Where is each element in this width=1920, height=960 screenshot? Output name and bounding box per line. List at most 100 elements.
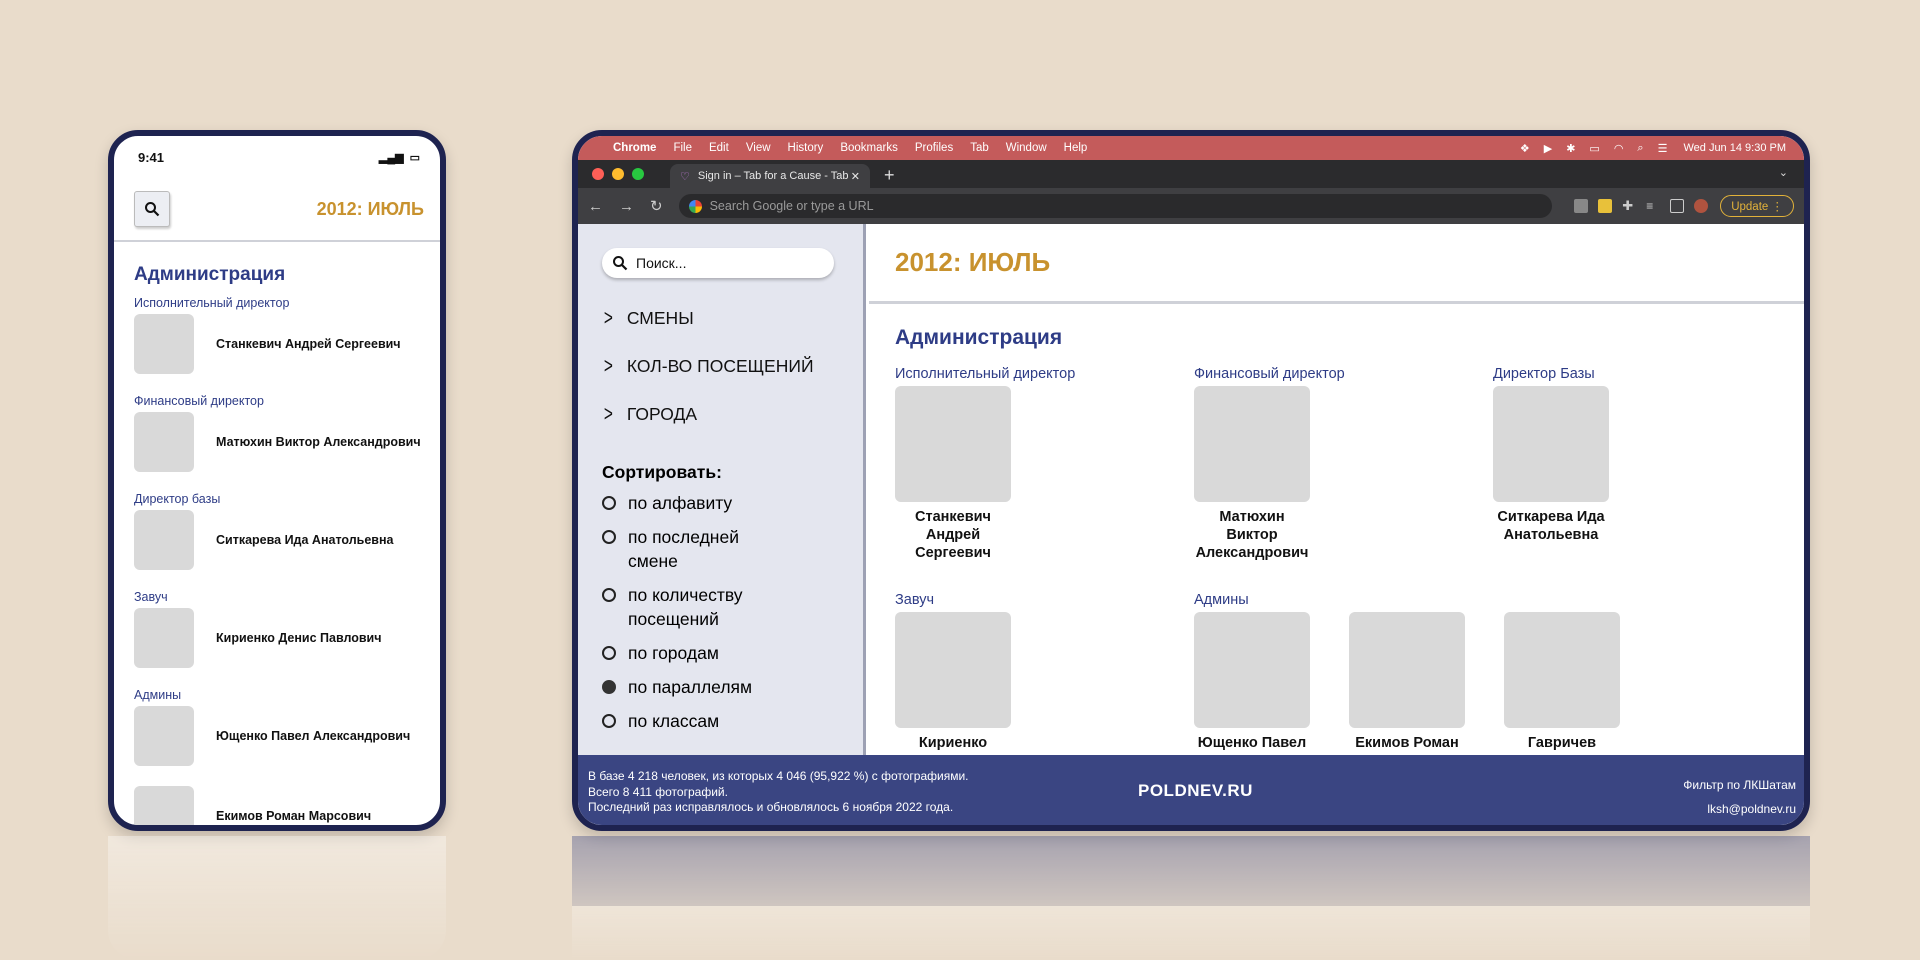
person-photo[interactable] [895, 612, 1011, 728]
person-name[interactable]: Ситкарева Ида Анатольевна [216, 533, 394, 547]
person-photo[interactable] [134, 510, 194, 570]
tab-search-icon[interactable]: ⌄ [1779, 166, 1788, 179]
footer-brand-link[interactable]: POLDNEV.RU [1138, 781, 1253, 801]
email-link[interactable]: lksh@poldnev.ru [1683, 797, 1796, 821]
filter-link[interactable]: Фильтр по ЛКШатам [1683, 773, 1796, 797]
person-name[interactable]: Гавричев [1504, 734, 1620, 752]
sort-option-parallels[interactable]: по параллелям [602, 675, 863, 699]
forward-icon[interactable]: → [619, 198, 634, 215]
sidebar-item-visits[interactable]: > КОЛ-ВО ПОСЕЩЕНИЙ [602, 342, 863, 390]
person-photo[interactable] [1349, 612, 1465, 728]
person-photo[interactable] [1493, 386, 1609, 502]
sort-option-cities[interactable]: по городам [602, 641, 863, 665]
person-photo[interactable] [1504, 612, 1620, 728]
new-tab-button[interactable]: + [884, 162, 895, 188]
menu-view[interactable]: View [746, 142, 771, 154]
person-card[interactable]: Ющенко Павел [1194, 612, 1310, 752]
person-name[interactable]: Кириенко Денис Павлович [216, 631, 382, 645]
google-icon [688, 199, 702, 213]
menu-window[interactable]: Window [1006, 142, 1047, 154]
phone-search-button[interactable] [134, 191, 170, 227]
puzzle-icon[interactable]: ✚ [1622, 199, 1636, 213]
person-card[interactable]: Кириенко [895, 612, 1011, 752]
menu-history[interactable]: History [788, 142, 824, 154]
person-row[interactable]: Ситкарева Ида Анатольевна [134, 510, 440, 570]
person-name[interactable]: Ющенко Павел Александрович [216, 729, 410, 743]
media-icon[interactable]: ≡ [1646, 199, 1660, 213]
person-name[interactable]: Кириенко [895, 734, 1011, 752]
sort-option-last-shift[interactable]: по последней смене [602, 525, 863, 573]
radio-button-selected[interactable] [602, 680, 616, 694]
menu-chrome[interactable]: Chrome [613, 142, 656, 154]
wifi-icon[interactable]: ◠ [1614, 142, 1624, 155]
zoom-window-button[interactable] [632, 168, 644, 180]
minimize-window-button[interactable] [612, 168, 624, 180]
person-photo[interactable] [1194, 386, 1310, 502]
person-photo[interactable] [134, 786, 194, 825]
spotlight-icon[interactable]: ⌕ [1637, 142, 1643, 155]
close-window-button[interactable] [592, 168, 604, 180]
sort-option-alphabet[interactable]: по алфавиту [602, 491, 863, 515]
sidepanel-icon[interactable] [1670, 199, 1685, 213]
footer-links: Фильтр по ЛКШатам lksh@poldnev.ru [1683, 773, 1796, 821]
menu-profiles[interactable]: Profiles [915, 142, 953, 154]
person-photo[interactable] [134, 412, 194, 472]
radio-button[interactable] [602, 714, 616, 728]
play-icon[interactable]: ▶ [1544, 142, 1552, 155]
sort-option-label: по алфавиту [628, 493, 733, 513]
menu-file[interactable]: File [673, 142, 692, 154]
person-row[interactable]: Кириенко Денис Павлович [134, 608, 440, 668]
person-card[interactable]: Ситкарева Ида Анатольевна [1493, 386, 1609, 544]
close-tab-icon[interactable]: ✕ [851, 170, 860, 183]
avatar[interactable] [1694, 199, 1709, 213]
sort-option-classes[interactable]: по классам [602, 709, 863, 733]
search-input[interactable]: Поиск... [602, 248, 834, 278]
notes-extension-icon[interactable] [1598, 199, 1613, 213]
menu-tab[interactable]: Tab [970, 142, 989, 154]
update-button[interactable]: Update ⋮ [1720, 195, 1794, 217]
person-name[interactable]: Ситкарева Ида Анатольевна [1493, 508, 1609, 544]
person-card[interactable]: Екимов Роман [1349, 612, 1465, 752]
bluetooth-icon[interactable]: ✱ [1566, 142, 1575, 155]
person-photo[interactable] [134, 314, 194, 374]
person-row[interactable]: Матюхин Виктор Александрович [134, 412, 440, 472]
sidebar-item-cities[interactable]: > ГОРОДА [602, 390, 863, 438]
menu-bookmarks[interactable]: Bookmarks [840, 142, 898, 154]
battery-icon[interactable]: ▭ [1589, 142, 1599, 155]
sort-option-visits[interactable]: по количеству посещений [602, 583, 863, 631]
radio-button[interactable] [602, 496, 616, 510]
person-name[interactable]: Станкевич Андрей Сергеевич [895, 508, 1011, 562]
control-center-icon[interactable]: ☰ [1658, 142, 1668, 155]
person-photo[interactable] [134, 706, 194, 766]
person-name[interactable]: Матюхин Виктор Александрович [216, 435, 421, 449]
extension-icon[interactable] [1574, 199, 1589, 213]
person-name[interactable]: Ющенко Павел [1194, 734, 1310, 752]
menubar-datetime[interactable]: Wed Jun 14 9:30 PM [1683, 142, 1786, 154]
menu-help[interactable]: Help [1064, 142, 1088, 154]
back-icon[interactable]: ← [588, 198, 603, 215]
browser-tab[interactable]: ♡ Sign in – Tab for a Cause - Tab ✕ [670, 164, 870, 188]
person-row[interactable]: Екимов Роман Марсович [134, 786, 440, 825]
person-name[interactable]: Екимов Роман Марсович [216, 809, 371, 823]
person-photo[interactable] [134, 608, 194, 668]
person-card[interactable]: Матюхин Виктор Александрович [1194, 386, 1310, 562]
person-card[interactable]: Станкевич Андрей Сергеевич [895, 386, 1011, 562]
dropbox-icon[interactable]: ❖ [1520, 142, 1530, 155]
person-row[interactable]: Станкевич Андрей Сергеевич [134, 314, 440, 374]
role-group: Исполнительный директор Станкевич Андрей… [895, 366, 1075, 562]
menu-edit[interactable]: Edit [709, 142, 729, 154]
person-row[interactable]: Ющенко Павел Александрович [134, 706, 440, 766]
radio-button[interactable] [602, 588, 616, 602]
sidebar-item-shifts[interactable]: > СМЕНЫ [602, 294, 863, 342]
radio-button[interactable] [602, 530, 616, 544]
person-name[interactable]: Матюхин Виктор Александрович [1194, 508, 1310, 562]
person-name[interactable]: Екимов Роман [1349, 734, 1465, 752]
person-photo[interactable] [895, 386, 1011, 502]
person-name[interactable]: Станкевич Андрей Сергеевич [216, 337, 401, 351]
reload-icon[interactable]: ↻ [650, 197, 663, 215]
person-photo[interactable] [1194, 612, 1310, 728]
sidebar-item-label: СМЕНЫ [626, 307, 694, 328]
radio-button[interactable] [602, 646, 616, 660]
address-bar[interactable]: Search Google or type a URL [678, 194, 1553, 218]
person-card[interactable]: Гавричев [1504, 612, 1620, 752]
